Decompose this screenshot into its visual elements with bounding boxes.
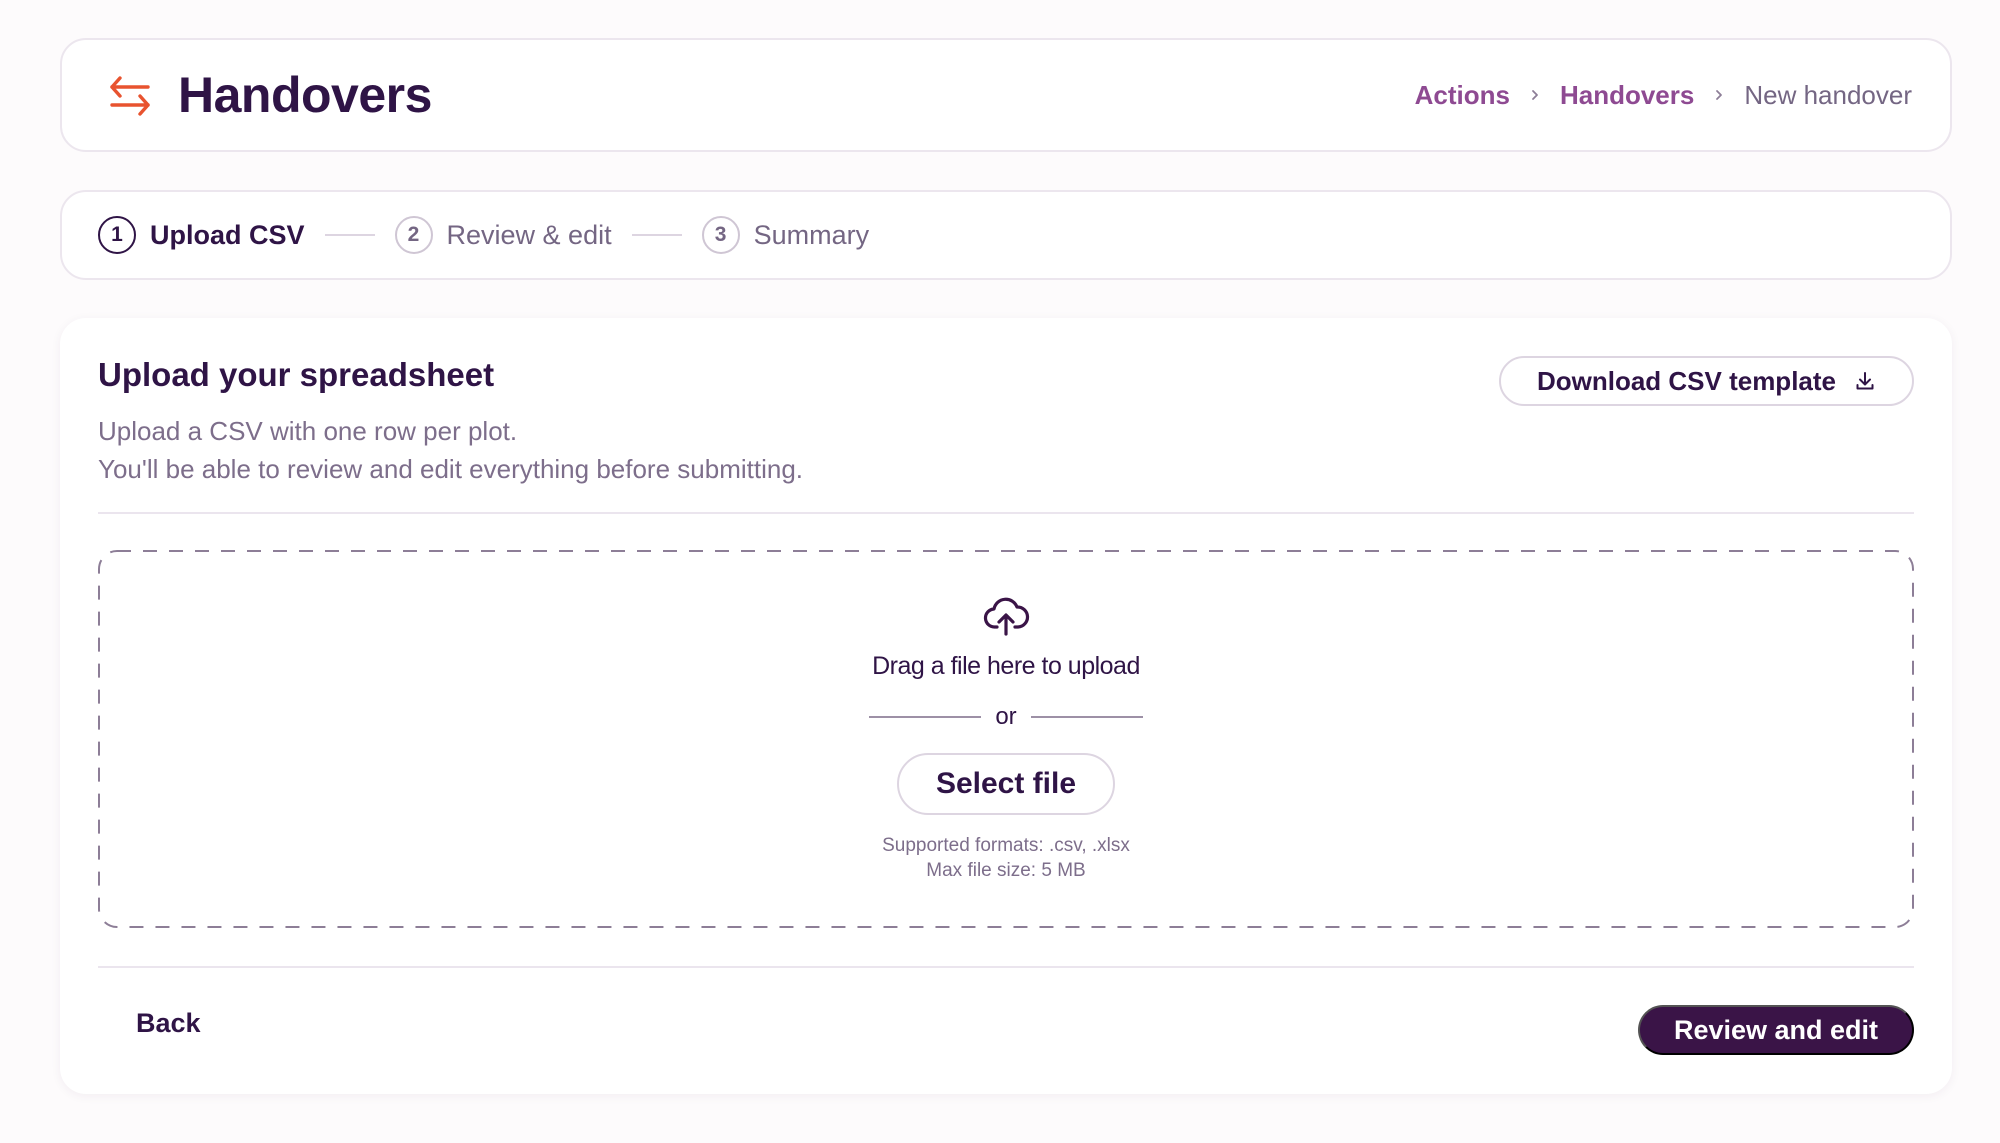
separator-line bbox=[869, 716, 982, 718]
swap-arrows-icon bbox=[106, 71, 154, 119]
breadcrumb-link-actions[interactable]: Actions bbox=[1415, 80, 1510, 111]
step-label: Summary bbox=[753, 219, 870, 250]
breadcrumb-current: New handover bbox=[1744, 79, 1912, 110]
download-csv-template-button[interactable]: Download CSV template bbox=[1498, 356, 1914, 406]
upload-card: Upload your spreadsheet Upload a CSV wit… bbox=[60, 318, 1952, 1094]
step-connector bbox=[631, 234, 682, 236]
divider bbox=[98, 512, 1914, 514]
select-file-button[interactable]: Select file bbox=[897, 753, 1115, 815]
step-connector bbox=[324, 234, 375, 236]
step-label: Review & edit bbox=[446, 219, 612, 250]
step-review-edit: 2 Review & edit bbox=[394, 216, 612, 254]
separator-line bbox=[1030, 716, 1143, 718]
step-summary: 3 Summary bbox=[701, 216, 870, 254]
or-text: or bbox=[995, 703, 1017, 730]
max-file-size: Max file size: 5 MB bbox=[926, 860, 1086, 881]
cloud-upload-icon bbox=[982, 592, 1030, 640]
step-number: 3 bbox=[701, 216, 740, 254]
page: Handovers Actions Handovers New handover… bbox=[0, 0, 2000, 1143]
header-card: Handovers Actions Handovers New handover bbox=[60, 38, 1952, 152]
step-number: 1 bbox=[98, 216, 136, 254]
or-separator: or bbox=[869, 703, 1143, 731]
chevron-right-icon bbox=[1528, 88, 1542, 102]
file-dropzone[interactable]: Drag a file here to upload or Select fil… bbox=[98, 550, 1914, 928]
chevron-right-icon bbox=[1712, 88, 1726, 102]
breadcrumb: Actions Handovers New handover bbox=[1415, 80, 1912, 111]
stepper: 1 Upload CSV 2 Review & edit 3 Summary bbox=[60, 190, 1952, 280]
breadcrumb-link-handovers[interactable]: Handovers bbox=[1560, 80, 1694, 111]
step-number: 2 bbox=[394, 216, 433, 254]
description-line: You'll be able to review and edit everyt… bbox=[98, 454, 803, 484]
download-button-label: Download CSV template bbox=[1536, 365, 1836, 396]
card-description: Upload a CSV with one row per plot. You'… bbox=[98, 412, 803, 488]
step-label: Upload CSV bbox=[150, 219, 305, 250]
divider bbox=[98, 966, 1914, 968]
download-icon bbox=[1854, 370, 1876, 392]
supported-formats: Supported formats: .csv, .xlsx bbox=[882, 835, 1130, 856]
card-title: Upload your spreadsheet bbox=[98, 356, 495, 393]
dropzone-content: Drag a file here to upload or Select fil… bbox=[98, 550, 1914, 928]
back-button[interactable]: Back bbox=[136, 1008, 201, 1039]
review-and-edit-button[interactable]: Review and edit bbox=[1638, 1005, 1914, 1055]
dropzone-instructions: Drag a file here to upload bbox=[872, 652, 1140, 680]
file-requirements: Supported formats: .csv, .xlsx Max file … bbox=[882, 833, 1130, 883]
step-upload-csv: 1 Upload CSV bbox=[98, 216, 305, 254]
title-group: Handovers bbox=[106, 66, 432, 124]
description-line: Upload a CSV with one row per plot. bbox=[98, 416, 518, 446]
page-title: Handovers bbox=[178, 67, 432, 123]
